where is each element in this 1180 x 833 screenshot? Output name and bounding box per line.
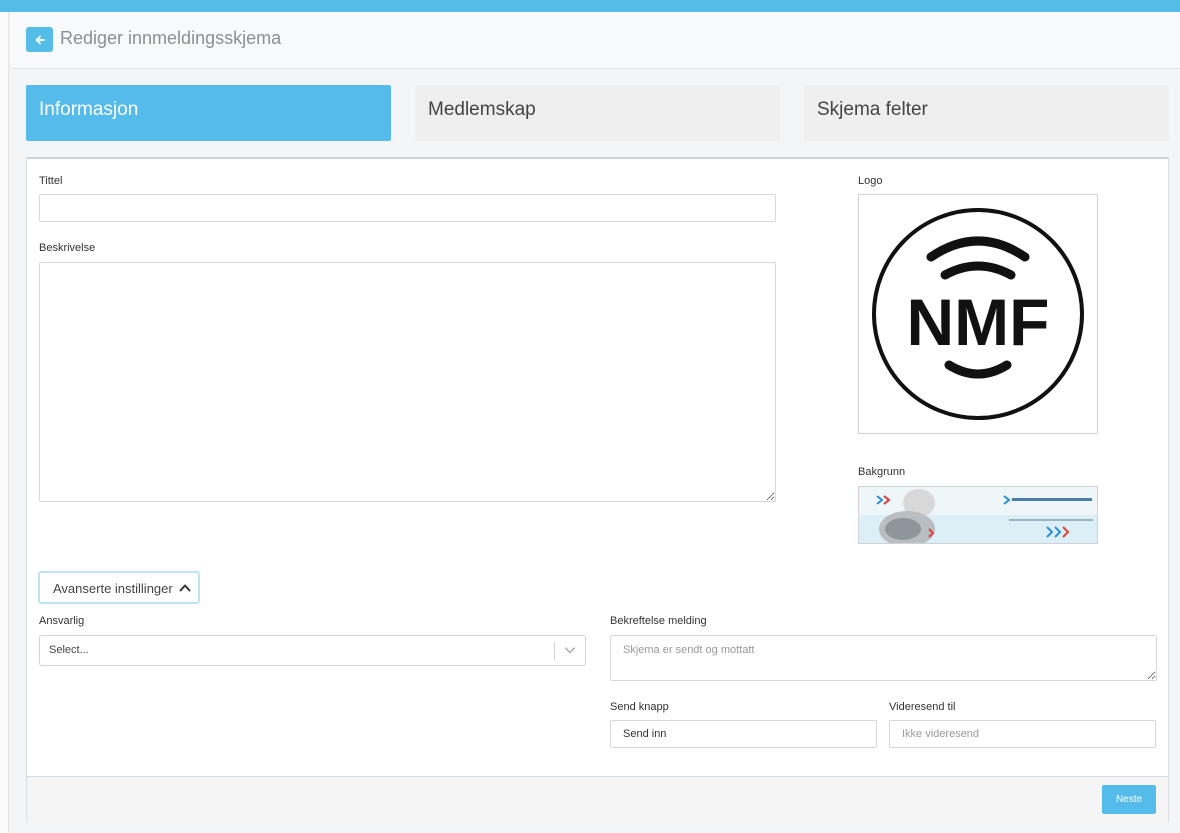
logo-label: Logo: [858, 175, 883, 187]
chevron-down-icon: [564, 647, 576, 654]
back-button[interactable]: [26, 27, 53, 52]
tab-skjema-felter[interactable]: Skjema felter: [804, 85, 1169, 141]
forward-label: Videresend til: [889, 701, 956, 713]
main-content: Informasjon Medlemskap Skjema felter Tit…: [10, 69, 1180, 833]
tab-informasjon[interactable]: Informasjon: [26, 85, 391, 141]
forward-input[interactable]: [889, 720, 1156, 748]
left-sidebar-strip: [0, 12, 9, 833]
top-accent-bar: [0, 0, 1180, 12]
logo-text: NMF: [907, 285, 1050, 359]
confirmation-textarea[interactable]: [610, 635, 1157, 681]
responsible-label: Ansvarlig: [39, 615, 85, 627]
background-image[interactable]: [858, 486, 1098, 544]
send-button-text-input[interactable]: [610, 720, 877, 748]
form-panel: Tittel Beskrivelse Logo NMF Bakgrunn Ava…: [26, 157, 1169, 821]
nmf-logo-icon: NMF: [872, 208, 1084, 420]
tab-medlemskap[interactable]: Medlemskap: [415, 85, 780, 141]
confirmation-label: Bekreftelse melding: [610, 615, 707, 627]
description-textarea[interactable]: [39, 262, 776, 502]
advanced-settings-label: Avanserte instillinger: [53, 581, 173, 596]
next-button[interactable]: Neste: [1102, 785, 1156, 814]
title-input[interactable]: [39, 194, 776, 222]
responsible-select-value: Select...: [49, 644, 89, 656]
panel-footer: Neste: [27, 776, 1168, 821]
logo-image[interactable]: NMF: [858, 194, 1098, 434]
select-separator: [554, 642, 555, 660]
chevron-up-icon: [179, 584, 191, 592]
background-banner-icon: [859, 487, 1097, 543]
title-label: Tittel: [39, 175, 63, 187]
background-label: Bakgrunn: [858, 466, 906, 478]
send-button-label: Send knapp: [610, 701, 669, 713]
description-label: Beskrivelse: [39, 242, 96, 254]
responsible-select[interactable]: Select...: [39, 635, 586, 666]
arrow-left-icon: [35, 35, 45, 44]
advanced-settings-toggle[interactable]: Avanserte instillinger: [38, 571, 200, 604]
page-title: Rediger innmeldingsskjema: [60, 28, 282, 48]
page-header: Rediger innmeldingsskjema: [10, 12, 1180, 69]
